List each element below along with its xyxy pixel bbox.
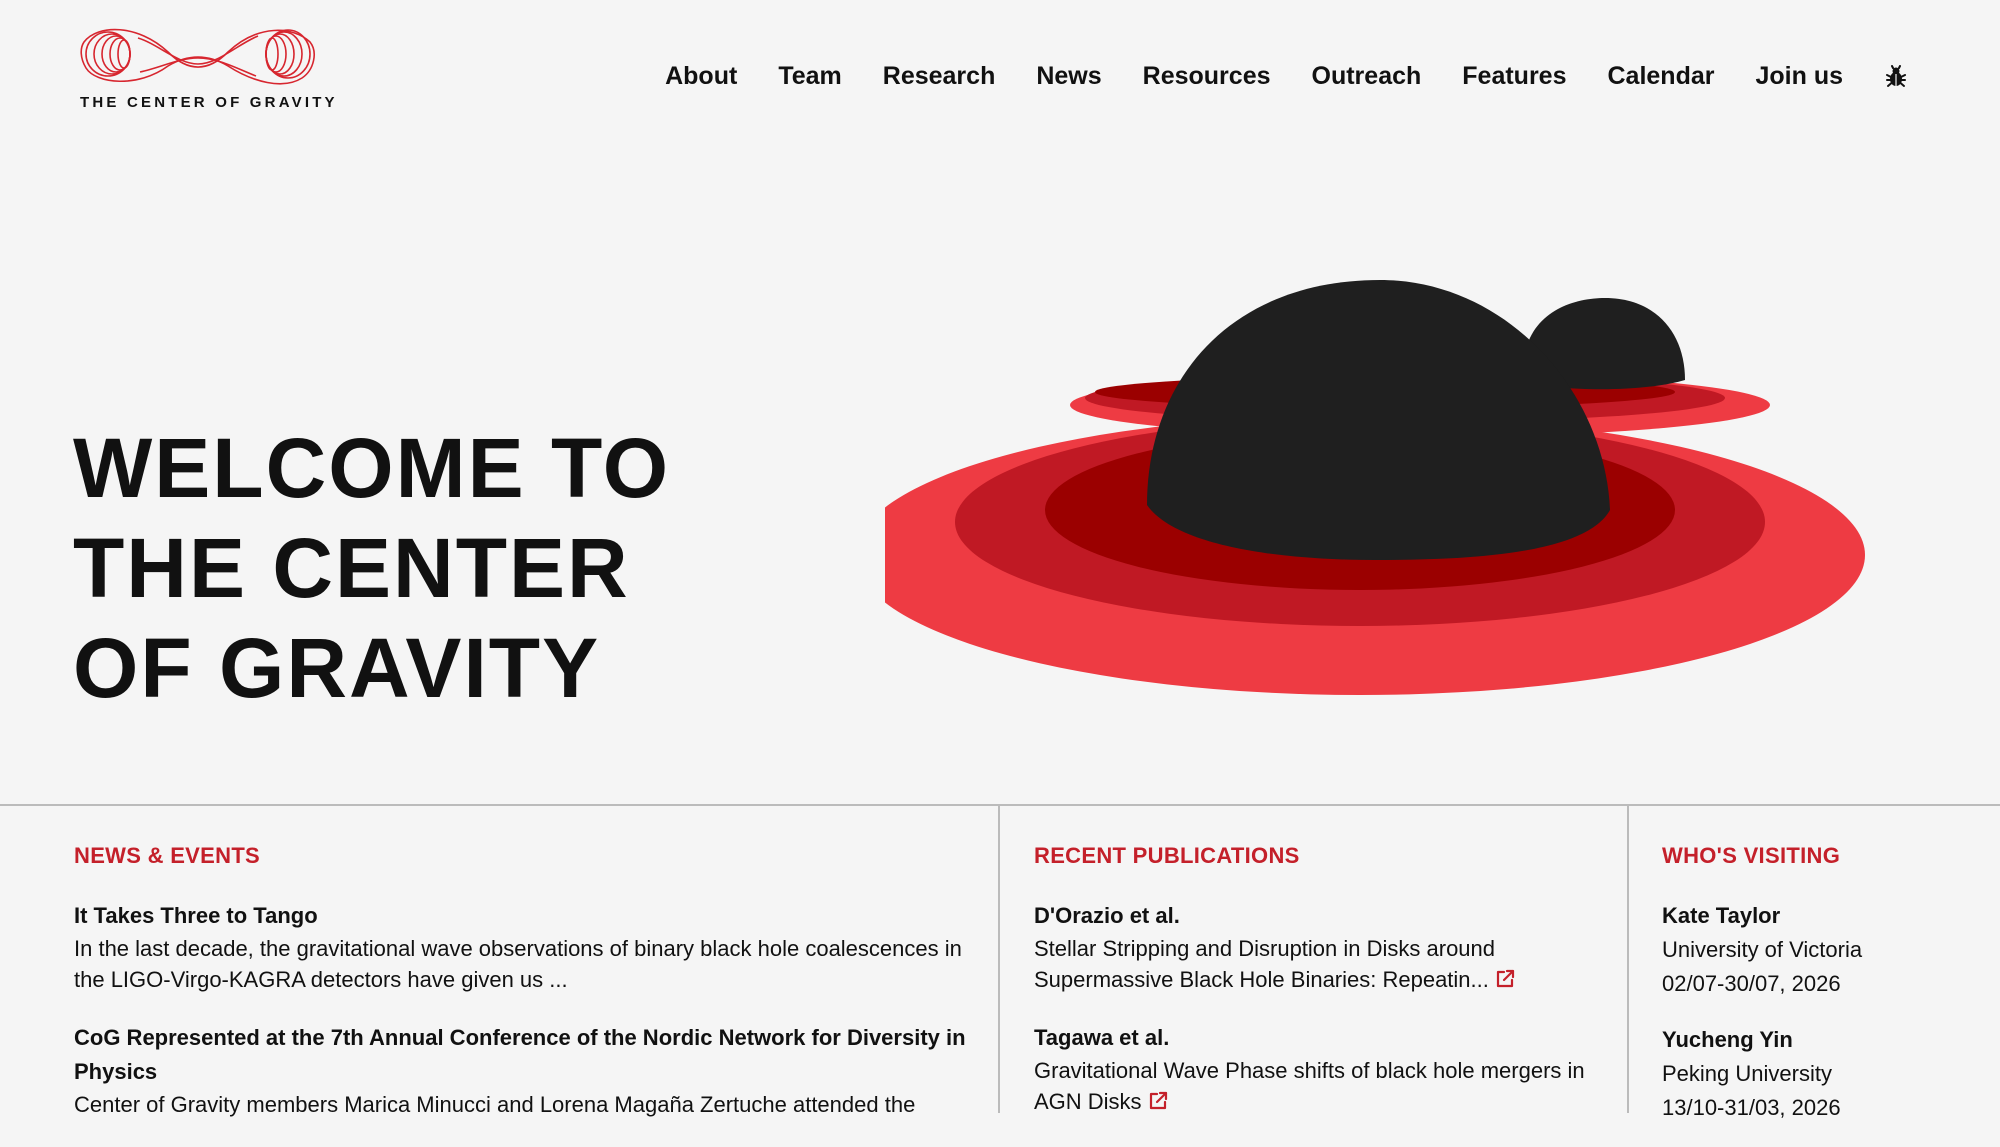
nav-news[interactable]: News [1036, 62, 1101, 91]
external-link-icon[interactable] [1148, 1088, 1168, 1110]
visiting-heading: WHO'S VISITING [1662, 843, 1841, 868]
nav-team[interactable]: Team [778, 62, 841, 91]
whos-visiting-section: WHO'S VISITING Kate Taylor University of… [1662, 843, 1982, 1147]
publication-authors: Tagawa et al. [1034, 1025, 1170, 1050]
publication-item[interactable]: D'Orazio et al. Stellar Stripping and Di… [1034, 899, 1604, 995]
logo-wave-icon [80, 28, 315, 85]
nav-calendar[interactable]: Calendar [1608, 62, 1715, 91]
main-blackhole [1147, 280, 1610, 560]
publication-item[interactable]: Tagawa et al. Gravitational Wave Phase s… [1034, 1021, 1604, 1117]
news-item[interactable]: CoG Represented at the 7th Annual Confer… [74, 1021, 974, 1120]
bug-icon[interactable] [1884, 64, 1908, 89]
visitor-item: Yucheng Yin Peking University 13/10-31/0… [1662, 1023, 1982, 1125]
nav-resources[interactable]: Resources [1143, 62, 1271, 91]
content-divider [0, 804, 2000, 806]
column-divider-1 [998, 805, 1000, 1113]
visitor-dates: 13/10-31/03, 2026 [1662, 1095, 1841, 1120]
hero-title-line-3: OF GRAVITY [73, 621, 601, 715]
news-events-section: NEWS & EVENTS It Takes Three to Tango In… [74, 843, 974, 1146]
site-header: THE CENTER OF GRAVITY About Team Researc… [0, 0, 2000, 140]
main-nav: About Team Research News Resources Outre… [665, 62, 1908, 91]
hero-title: WELCOME TO THE CENTER OF GRAVITY [73, 418, 693, 718]
nav-features[interactable]: Features [1462, 62, 1566, 91]
publication-title[interactable]: Gravitational Wave Phase shifts of black… [1034, 1058, 1585, 1114]
visitor-institution: Peking University [1662, 1061, 1832, 1086]
hero-title-line-2: THE CENTER [73, 521, 630, 615]
nav-about[interactable]: About [665, 62, 737, 91]
site-logo[interactable]: THE CENTER OF GRAVITY [78, 22, 335, 118]
news-heading: NEWS & EVENTS [74, 843, 261, 868]
nav-research[interactable]: Research [883, 62, 996, 91]
publications-heading: RECENT PUBLICATIONS [1034, 843, 1300, 868]
news-item-title[interactable]: CoG Represented at the 7th Annual Confer… [74, 1021, 974, 1089]
news-item[interactable]: It Takes Three to Tango In the last deca… [74, 899, 974, 995]
news-item-body: Center of Gravity members Marica Minucci… [74, 1092, 916, 1117]
column-divider-2 [1627, 805, 1629, 1113]
publication-title[interactable]: Stellar Stripping and Disruption in Disk… [1034, 936, 1495, 992]
external-link-icon[interactable] [1495, 966, 1515, 988]
hero-blackhole-illustration [855, 270, 1905, 700]
logo-text: THE CENTER OF GRAVITY [80, 94, 338, 111]
nav-join-us[interactable]: Join us [1755, 62, 1843, 91]
visitor-name: Yucheng Yin [1662, 1027, 1793, 1052]
news-item-title[interactable]: It Takes Three to Tango [74, 899, 974, 933]
nav-outreach[interactable]: Outreach [1312, 62, 1422, 91]
visitor-dates: 02/07-30/07, 2026 [1662, 971, 1841, 996]
publication-authors: D'Orazio et al. [1034, 903, 1180, 928]
visitor-item: Kate Taylor University of Victoria 02/07… [1662, 899, 1982, 1001]
news-item-body: In the last decade, the gravitational wa… [74, 936, 962, 992]
visitor-name: Kate Taylor [1662, 903, 1781, 928]
hero-title-line-1: WELCOME TO [73, 421, 671, 515]
recent-publications-section: RECENT PUBLICATIONS D'Orazio et al. Stel… [1034, 843, 1604, 1143]
visitor-institution: University of Victoria [1662, 937, 1863, 962]
